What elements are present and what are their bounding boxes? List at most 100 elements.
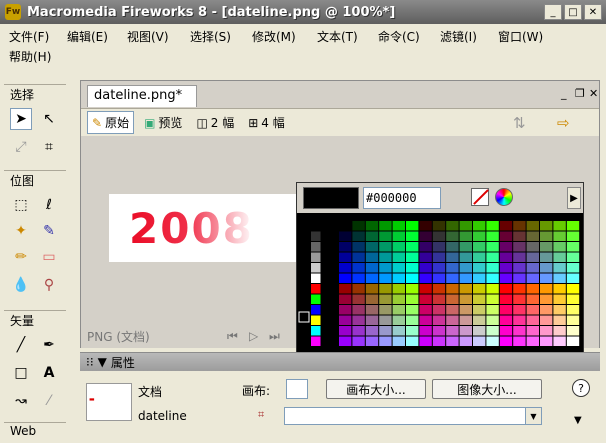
swatch-cell[interactable] (311, 336, 321, 347)
swatch-cell[interactable] (379, 273, 392, 284)
swatch-cell[interactable] (513, 242, 526, 252)
swatch-cell[interactable] (446, 305, 459, 315)
swatch-cell[interactable] (473, 252, 486, 263)
swatch-cell[interactable] (406, 242, 419, 252)
maximize-button[interactable]: □ (564, 4, 582, 20)
swatch-cell[interactable] (392, 326, 405, 336)
swatch-cell[interactable] (339, 252, 352, 263)
line-tool-icon[interactable]: ╱ (10, 334, 32, 356)
document-close-icon[interactable]: ✕ (589, 87, 598, 100)
swatch-cell[interactable] (392, 305, 405, 315)
swatch-cell[interactable] (432, 315, 446, 326)
swatch-cell[interactable] (459, 315, 472, 326)
swatch-cell[interactable] (499, 252, 513, 263)
swatch-cell[interactable] (406, 252, 419, 263)
swatch-cell[interactable] (526, 284, 539, 294)
swatch-cell[interactable] (392, 284, 405, 294)
swatch-cell[interactable] (352, 305, 365, 315)
swatch-cell[interactable] (432, 294, 446, 305)
swatch-cell[interactable] (566, 231, 580, 242)
swatch-cell[interactable] (526, 326, 539, 336)
swatch-cell[interactable] (540, 294, 553, 305)
swatch-cell[interactable] (486, 326, 499, 336)
swatch-cell[interactable] (365, 273, 379, 284)
view-4up-button[interactable]: ⊞ 4 幅 (244, 112, 289, 133)
document-tab[interactable]: dateline.png* (87, 85, 197, 107)
palette-options-arrow-icon[interactable]: ▶ (567, 187, 581, 209)
swatch-cell[interactable] (459, 305, 472, 315)
swatch-cell[interactable] (392, 221, 405, 231)
swatch-cell[interactable] (392, 242, 405, 252)
swatch-cell[interactable] (566, 252, 580, 263)
swatch-cell[interactable] (352, 315, 365, 326)
swatch-cell[interactable] (540, 273, 553, 284)
swatch-cell[interactable] (406, 221, 419, 231)
swatch-cell[interactable] (365, 263, 379, 273)
menu-edit[interactable]: 编辑(E) (67, 28, 108, 45)
swatch-cell[interactable] (499, 242, 513, 252)
swatch-cell[interactable] (379, 315, 392, 326)
swatch-cell[interactable] (553, 326, 566, 336)
swatch-cell[interactable] (553, 263, 566, 273)
swatch-cell[interactable] (513, 273, 526, 284)
crop-tool-icon[interactable]: ⌗ (38, 136, 60, 158)
swatch-cell[interactable] (352, 221, 365, 231)
swatch-cell[interactable] (339, 336, 352, 347)
swatch-cell[interactable] (365, 326, 379, 336)
swatch-cell[interactable] (540, 231, 553, 242)
swatch-cell[interactable] (446, 221, 459, 231)
swatch-cell[interactable] (365, 242, 379, 252)
swatch-cell[interactable] (432, 252, 446, 263)
swatch-cell[interactable] (406, 263, 419, 273)
swatch-cell[interactable] (432, 336, 446, 347)
color-wheel-icon[interactable] (495, 188, 513, 206)
menu-modify[interactable]: 修改(M) (252, 28, 296, 45)
swatch-cell[interactable] (446, 294, 459, 305)
swatch-cell[interactable] (553, 252, 566, 263)
swatch-cell[interactable] (365, 284, 379, 294)
swatch-cell[interactable] (513, 252, 526, 263)
swatch-cell[interactable] (365, 231, 379, 242)
pencil-tool-icon[interactable]: ✏ (10, 246, 32, 268)
swatch-cell[interactable] (419, 294, 432, 305)
swatch-cell[interactable] (553, 336, 566, 347)
swatch-cell[interactable] (540, 252, 553, 263)
swatch-cell[interactable] (406, 231, 419, 242)
swatch-cell[interactable] (499, 231, 513, 242)
last-frame-icon[interactable]: ⏭ (269, 329, 280, 344)
swatch-cell[interactable] (486, 294, 499, 305)
panel-menu-arrow-icon[interactable]: ▼ (574, 415, 582, 426)
swatch-cell[interactable] (432, 231, 446, 242)
menu-file[interactable]: 文件(F) (9, 28, 49, 45)
swatch-cell[interactable] (379, 221, 392, 231)
swatch-cell[interactable] (339, 315, 352, 326)
menu-text[interactable]: 文本(T) (317, 28, 358, 45)
swatch-cell[interactable] (379, 263, 392, 273)
swatch-cell[interactable] (459, 263, 472, 273)
swatch-cell[interactable] (379, 242, 392, 252)
swatch-cell[interactable] (446, 252, 459, 263)
swatch-cell[interactable] (339, 263, 352, 273)
swatch-cell[interactable] (311, 263, 321, 273)
swatch-cell[interactable] (311, 284, 321, 294)
swatch-cell[interactable] (473, 284, 486, 294)
menu-help[interactable]: 帮助(H) (9, 48, 51, 65)
swatch-cell[interactable] (473, 326, 486, 336)
menu-select[interactable]: 选择(S) (190, 28, 231, 45)
swatch-cell[interactable] (311, 221, 321, 231)
swatch-cell[interactable] (459, 273, 472, 284)
swatch-cell[interactable] (513, 336, 526, 347)
canvas-color-swatch[interactable] (286, 379, 308, 399)
swatch-cell[interactable] (473, 315, 486, 326)
swatch-cell[interactable] (339, 231, 352, 242)
pen-tool-icon[interactable]: ✒ (38, 334, 60, 356)
swatch-cell[interactable] (526, 305, 539, 315)
swatch-cell[interactable] (406, 305, 419, 315)
swatch-cell[interactable] (406, 273, 419, 284)
hex-color-input[interactable]: #000000 (363, 187, 441, 209)
lasso-tool-icon[interactable]: ℓ (38, 194, 60, 216)
swatch-cell[interactable] (553, 231, 566, 242)
scale-tool-icon[interactable]: ⤢ (10, 136, 32, 158)
swatch-cell[interactable] (459, 284, 472, 294)
swatch-cell[interactable] (311, 252, 321, 263)
